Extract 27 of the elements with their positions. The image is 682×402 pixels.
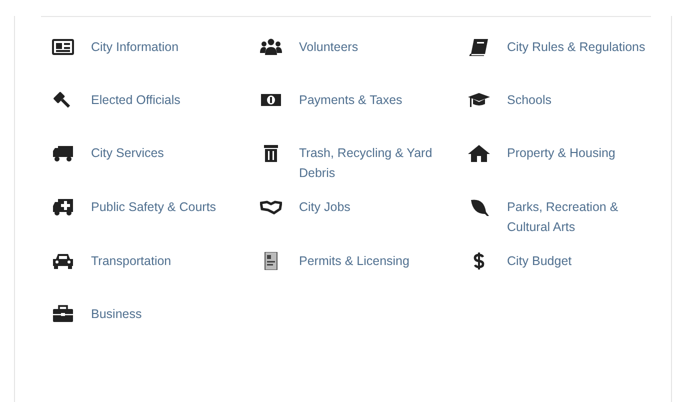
truck-icon [52,144,74,162]
category-link[interactable]: City Rules & Regulations [507,37,646,57]
newspaper-icon [52,38,74,56]
category-link[interactable]: Transportation [91,251,172,271]
briefcase-icon [52,305,74,323]
category-link[interactable]: Elected Officials [91,90,180,110]
book-icon [468,38,490,56]
category-link[interactable]: City Services [91,143,164,163]
category-link[interactable]: Payments & Taxes [299,90,402,110]
banknote-icon [260,91,282,109]
category-link[interactable]: City Jobs [299,197,350,217]
people-icon [260,38,282,56]
category-link[interactable]: Permits & Licensing [299,251,410,271]
category-link[interactable]: Business [91,304,142,324]
category-link[interactable]: Public Safety & Courts [91,197,216,217]
graduation-cap-icon [468,91,490,109]
ambulance-icon [52,198,74,216]
category-link[interactable]: City Budget [507,251,572,271]
leaf-icon [468,198,490,216]
category-link[interactable]: Property & Housing [507,143,616,163]
car-icon [52,252,74,270]
category-link[interactable]: Schools [507,90,552,110]
category-link[interactable]: Volunteers [299,37,358,57]
category-link[interactable]: City Information [91,37,179,57]
category-link[interactable]: Parks, Recreation & Cultural Arts [507,197,657,237]
category-link[interactable]: Trash, Recycling & Yard Debris [299,143,449,183]
house-icon [468,144,490,162]
